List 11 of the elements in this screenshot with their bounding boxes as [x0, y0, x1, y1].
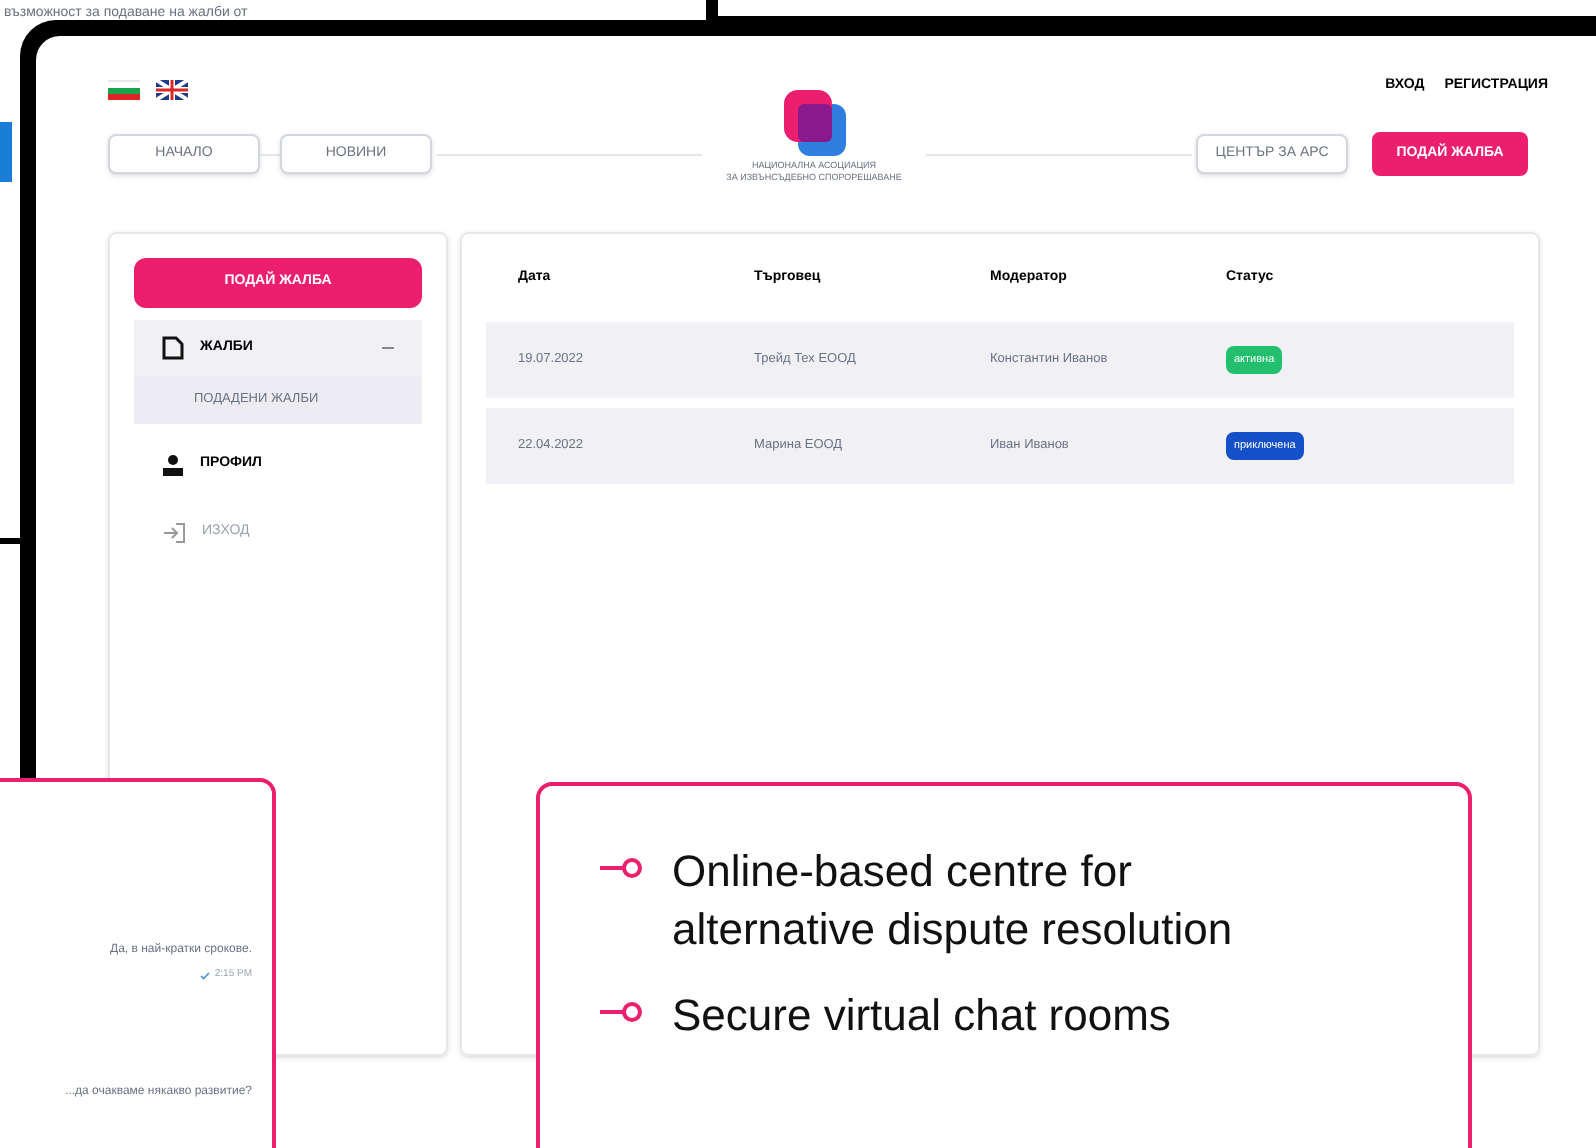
bullet-icon — [600, 1002, 644, 1022]
collapse-icon[interactable] — [382, 342, 394, 354]
check-icon — [200, 971, 211, 980]
feature-text: Secure virtual chat rooms — [672, 988, 1173, 1044]
british-flag-icon[interactable] — [156, 80, 188, 100]
logout-icon — [162, 521, 186, 543]
file-icon — [162, 336, 184, 360]
bulgarian-flag-icon[interactable] — [108, 80, 140, 100]
bullet-icon — [600, 858, 644, 878]
user-icon — [162, 453, 184, 475]
feature-text: Online-based centre for alternative dispute resolution — [672, 844, 1235, 958]
